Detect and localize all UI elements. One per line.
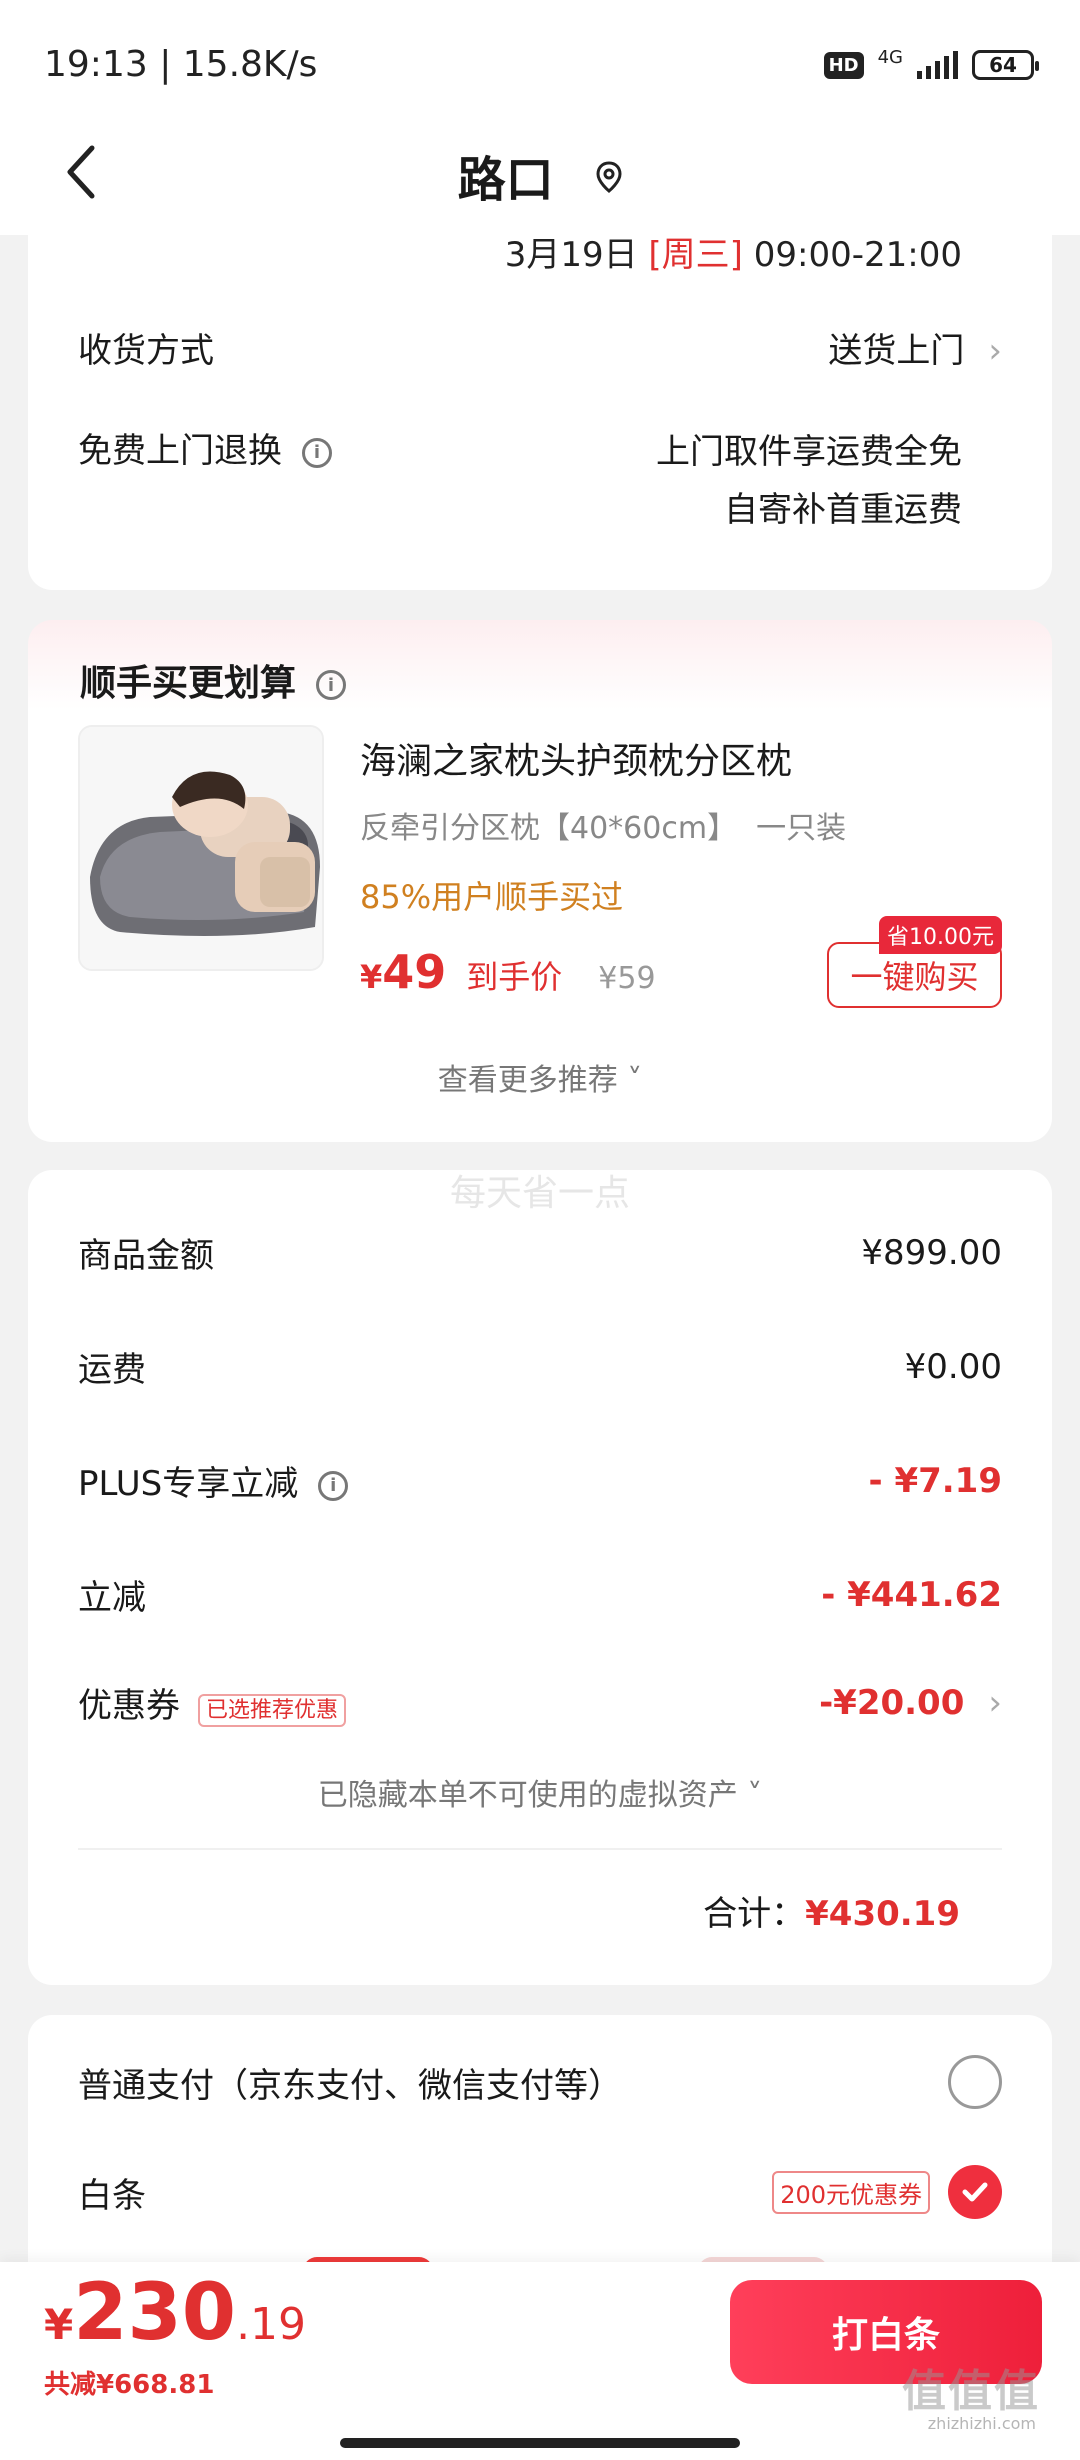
recommend-title-text: 顺手买更划算 bbox=[80, 663, 297, 704]
price-summary-card: 每天省一点 商品金额 ¥899.00 运费 ¥0.00 PLUS专享立减 i - … bbox=[28, 1170, 1052, 1985]
product-name[interactable]: 海澜之家枕头护颈枕分区枕 bbox=[360, 732, 792, 784]
payment-option-baitiao-label: 白条 bbox=[78, 2175, 146, 2216]
coupon-value: -¥20.00 bbox=[819, 1682, 965, 1723]
plus-discount-value: - ¥7.19 bbox=[868, 1460, 1003, 1501]
info-icon[interactable]: i bbox=[318, 1470, 349, 1501]
price-label: 到手价 bbox=[466, 958, 563, 996]
watermark-logo: 值值值 bbox=[902, 2366, 1040, 2417]
recommend-title: 顺手买更划算 i bbox=[80, 654, 347, 706]
total-amount: 合计：¥430.19 bbox=[703, 1886, 960, 1935]
plus-discount-label: PLUS专享立减 bbox=[78, 1464, 299, 1504]
price-symbol: ¥ bbox=[360, 958, 383, 996]
checkmark-icon bbox=[962, 2182, 988, 2202]
status-bar: 19:13 | 15.8K/s HD 4G 64 bbox=[0, 0, 1080, 130]
status-icons: HD 4G 64 bbox=[823, 46, 1039, 80]
final-price-symbol: ¥ bbox=[44, 2300, 74, 2349]
total-label: 合计： bbox=[703, 1894, 806, 1934]
product-image[interactable] bbox=[78, 725, 324, 971]
price-amount: 49 bbox=[382, 945, 447, 999]
instant-discount-row: 立减 - ¥441.62 bbox=[78, 1570, 1002, 1619]
delivery-hours: 09:00-21:00 bbox=[753, 235, 962, 275]
instant-discount-label: 立减 bbox=[78, 1578, 146, 1618]
coupon-row[interactable]: 优惠券 已选推荐优惠 -¥20.00 › bbox=[78, 1678, 1002, 1727]
shipping-row: 运费 ¥0.00 bbox=[78, 1342, 1002, 1391]
info-icon[interactable]: i bbox=[302, 437, 332, 468]
signal-icon bbox=[917, 51, 958, 79]
delivery-time: 3月19日 [周三] 09:00-21:00 bbox=[505, 227, 962, 276]
chevron-right-icon: › bbox=[988, 331, 1002, 371]
goods-amount-value: ¥899.00 bbox=[861, 1232, 1002, 1273]
product-bought-rate: 85%用户顺手买过 bbox=[360, 878, 624, 916]
battery-icon: 64 bbox=[972, 50, 1039, 80]
return-line-1: 上门取件享运费全免 bbox=[656, 432, 962, 472]
shipping-value: ¥0.00 bbox=[904, 1346, 1002, 1387]
location-pin-icon bbox=[596, 161, 622, 193]
instant-discount-value: - ¥441.62 bbox=[821, 1574, 1002, 1615]
payment-option-normal-label: 普通支付（京东支付、微信支付等） bbox=[78, 2065, 622, 2106]
divider bbox=[78, 1848, 1002, 1850]
watermark-text: 每天省一点 bbox=[449, 1173, 630, 1214]
delivery-method-value: 送货上门 bbox=[828, 331, 965, 371]
free-return-label: 免费上门退换 bbox=[78, 431, 282, 471]
product-price: ¥ 49 到手价 ¥59 bbox=[360, 945, 656, 999]
free-return-row: 免费上门退换 i 上门取件享运费全免 自寄补首重运费 bbox=[78, 423, 1002, 539]
shipping-label: 运费 bbox=[78, 1350, 146, 1390]
network-type: 4G bbox=[877, 46, 903, 68]
coupon-tag: 已选推荐优惠 bbox=[198, 1693, 347, 1727]
final-price-int: 230 bbox=[73, 2268, 237, 2358]
address-title: 路口 bbox=[457, 152, 554, 208]
watermark-url: zhizhizhi.com bbox=[927, 2414, 1036, 2433]
radio-unchecked[interactable] bbox=[948, 2055, 1002, 2109]
delivery-card: 3月19日 [周三] 09:00-21:00 收货方式 送货上门 › 免费上门退换… bbox=[28, 215, 1052, 590]
pillow-image bbox=[80, 727, 322, 969]
payment-option-normal[interactable]: 普通支付（京东支付、微信支付等） bbox=[78, 2055, 1002, 2109]
baitiao-coupon-tag: 200元优惠券 bbox=[772, 2170, 930, 2214]
status-time: 19:13 | 15.8K/s bbox=[44, 44, 318, 85]
product-spec[interactable]: 反牵引分区枕【40*60cm】 一只装 bbox=[360, 803, 846, 847]
plus-discount-row: PLUS专享立减 i - ¥7.19 bbox=[78, 1456, 1002, 1505]
return-line-2: 自寄补首重运费 bbox=[724, 490, 962, 530]
payment-option-baitiao[interactable]: 白条 200元优惠券 bbox=[78, 2165, 1002, 2219]
delivery-method-row[interactable]: 收货方式 送货上门 › bbox=[78, 323, 1002, 372]
chevron-right-icon: › bbox=[988, 1682, 1002, 1723]
info-icon[interactable]: i bbox=[316, 670, 347, 700]
delivery-method-label: 收货方式 bbox=[78, 331, 214, 371]
original-price: ¥59 bbox=[598, 961, 656, 996]
more-recommendations-link[interactable]: 查看更多推荐 ˅ bbox=[28, 1055, 1052, 1099]
recommend-card: 顺手买更划算 i 海澜之家枕头护颈枕分区枕 反牵引分区枕【40*60cm】 一只装… bbox=[28, 620, 1052, 1142]
total-value: ¥430.19 bbox=[805, 1894, 960, 1934]
goods-amount-label: 商品金额 bbox=[78, 1236, 214, 1276]
delivery-weekday: [周三] bbox=[648, 235, 743, 275]
save-badge: 省10.00元 bbox=[879, 916, 1002, 954]
final-price: ¥ 230 .19 bbox=[44, 2268, 306, 2358]
hidden-assets-toggle[interactable]: 已隐藏本单不可使用的虚拟资产 ˅ bbox=[28, 1770, 1052, 1814]
goods-amount-row: 商品金额 ¥899.00 bbox=[78, 1228, 1002, 1277]
coupon-label: 优惠券 bbox=[78, 1686, 180, 1726]
page-title[interactable]: 路口 bbox=[0, 140, 1080, 210]
home-indicator[interactable] bbox=[340, 2438, 740, 2448]
radio-checked[interactable] bbox=[948, 2165, 1002, 2219]
total-saved[interactable]: 共减¥668.81 bbox=[44, 2364, 214, 2401]
final-price-dec: .19 bbox=[236, 2299, 307, 2350]
delivery-date: 3月19日 bbox=[504, 235, 638, 275]
hd-icon: HD bbox=[823, 51, 864, 79]
